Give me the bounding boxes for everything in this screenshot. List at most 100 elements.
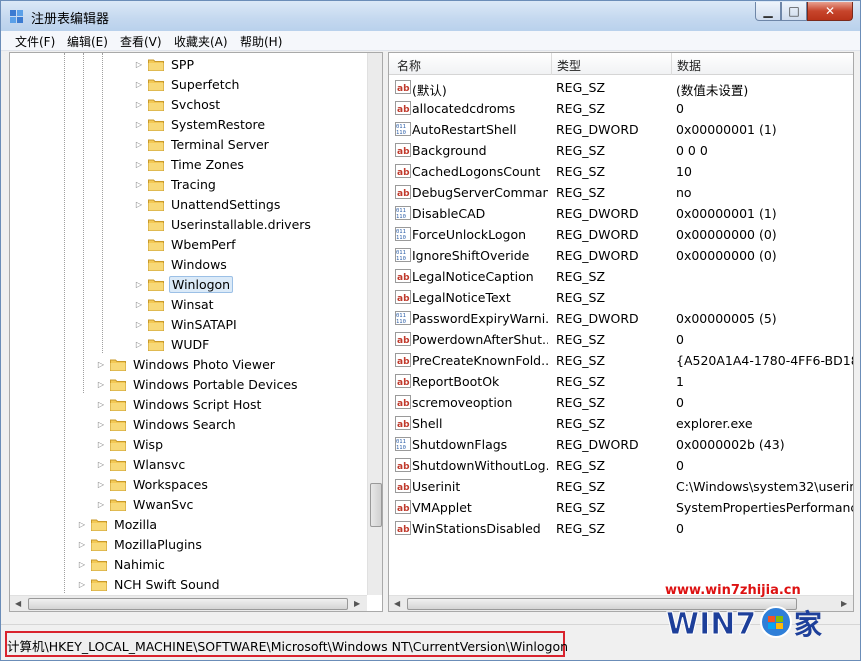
value-row[interactable]: ab Userinit REG_SZ C:\Windows\system32\user… <box>389 476 853 497</box>
minimize-button[interactable]: ▁ <box>755 2 781 21</box>
value-row[interactable]: ab WinStationsDisabled REG_SZ 0 <box>389 518 853 539</box>
menu-file[interactable]: 文件(F) <box>15 33 55 50</box>
tree-item[interactable]: ▷ Time Zones <box>134 154 246 174</box>
column-header-type[interactable]: 类型 <box>557 57 581 74</box>
tree-item[interactable]: ▷ WinSATAPI <box>134 314 239 334</box>
tree-item[interactable]: ▷ Wisp <box>96 434 165 454</box>
expand-arrow-icon[interactable]: ▷ <box>96 380 106 389</box>
tree-item-label: Terminal Server <box>171 136 269 152</box>
menu-help[interactable]: 帮助(H) <box>240 33 282 50</box>
expand-arrow-icon[interactable]: ▷ <box>96 480 106 489</box>
value-row[interactable]: 011 110 IgnoreShiftOveride REG_DWORD 0x00000… <box>389 245 853 266</box>
tree-item[interactable]: ▷ SPP <box>134 54 196 74</box>
tree-item[interactable]: WbemPerf <box>134 234 237 254</box>
folder-icon <box>148 218 164 231</box>
value-row[interactable]: 011 110 DisableCAD REG_DWORD 0x00000001 (1) <box>389 203 853 224</box>
expand-arrow-icon[interactable]: ▷ <box>96 420 106 429</box>
value-row[interactable]: ab DebugServerCommand REG_SZ no <box>389 182 853 203</box>
expand-arrow-icon[interactable]: ▷ <box>96 460 106 469</box>
expand-arrow-icon[interactable]: ▷ <box>77 580 87 589</box>
value-row[interactable]: ab VMApplet REG_SZ SystemPropertiesPerforma… <box>389 497 853 518</box>
expand-arrow-icon[interactable]: ▷ <box>134 200 144 209</box>
tree-item[interactable]: ▷ Wlansvc <box>96 454 187 474</box>
tree-hscroll-thumb[interactable] <box>28 598 348 610</box>
expand-arrow-icon[interactable]: ▷ <box>134 280 144 289</box>
tree-item[interactable]: ▷ SystemRestore <box>134 114 267 134</box>
tree-item[interactable]: ▷ Mozilla <box>77 514 159 534</box>
tree-item[interactable]: ▷ Windows Portable Devices <box>96 374 300 394</box>
column-divider[interactable] <box>671 53 672 75</box>
value-row[interactable]: ab LegalNoticeCaption REG_SZ <box>389 266 853 287</box>
column-header-data[interactable]: 数据 <box>677 57 701 74</box>
tree-item-label: Mozilla <box>114 516 158 532</box>
expand-arrow-icon[interactable]: ▷ <box>134 120 144 129</box>
tree-item[interactable]: ▷ Nahimic <box>77 554 167 574</box>
tree-item[interactable]: ▷ Tracing <box>134 174 218 194</box>
tree-item[interactable]: ▷ UnattendSettings <box>134 194 282 214</box>
value-row[interactable]: 011 110 ForceUnlockLogon REG_DWORD 0x0000000… <box>389 224 853 245</box>
expand-arrow-icon[interactable]: ▷ <box>77 560 87 569</box>
menu-edit[interactable]: 编辑(E) <box>67 33 108 50</box>
expand-arrow-icon[interactable]: ▷ <box>96 500 106 509</box>
expand-arrow-icon[interactable]: ▷ <box>96 360 106 369</box>
tree-item[interactable]: ▷ Windows Script Host <box>96 394 263 414</box>
scroll-left-icon[interactable]: ◀ <box>15 599 21 608</box>
column-header-name[interactable]: 名称 <box>397 57 421 74</box>
value-row[interactable]: ab PreCreateKnownFold... REG_SZ {A520A1A4-1… <box>389 350 853 371</box>
value-row[interactable]: ab scremoveoption REG_SZ 0 <box>389 392 853 413</box>
tree-item[interactable]: ▷ WUDF <box>134 334 211 354</box>
value-row[interactable]: ab ReportBootOk REG_SZ 1 <box>389 371 853 392</box>
value-row[interactable]: ab CachedLogonsCount REG_SZ 10 <box>389 161 853 182</box>
scroll-right-icon[interactable]: ▶ <box>841 599 847 608</box>
registry-value-list[interactable]: 名称 类型 数据 ab (默认) REG_SZ (数值未设置) ab allocatedc… <box>388 52 854 612</box>
expand-arrow-icon[interactable]: ▷ <box>134 60 144 69</box>
expand-arrow-icon[interactable]: ▷ <box>77 520 87 529</box>
tree-item[interactable]: ▷ WwanSvc <box>96 494 195 514</box>
value-row[interactable]: ab ShutdownWithoutLog... REG_SZ 0 <box>389 455 853 476</box>
value-row[interactable]: ab Background REG_SZ 0 0 0 <box>389 140 853 161</box>
tree-item[interactable]: ▷ Superfetch <box>134 74 241 94</box>
value-row[interactable]: ab PowerdownAfterShut... REG_SZ 0 <box>389 329 853 350</box>
value-row[interactable]: ab (默认) REG_SZ (数值未设置) <box>389 77 853 98</box>
value-row[interactable]: 011 110 PasswordExpiryWarni... REG_DWORD 0x0… <box>389 308 853 329</box>
tree-item[interactable]: ▷ Windows Photo Viewer <box>96 354 277 374</box>
tree-item[interactable]: Windows <box>134 254 229 274</box>
expand-arrow-icon[interactable]: ▷ <box>134 180 144 189</box>
column-divider[interactable] <box>551 53 552 75</box>
expand-arrow-icon[interactable]: ▷ <box>77 540 87 549</box>
tree-scroll-thumb[interactable] <box>370 483 382 527</box>
tree-item[interactable]: ▷ Workspaces <box>96 474 210 494</box>
value-row[interactable]: 011 110 ShutdownFlags REG_DWORD 0x0000002b (… <box>389 434 853 455</box>
expand-arrow-icon[interactable]: ▷ <box>134 340 144 349</box>
tree-item[interactable]: ▷ Svchost <box>134 94 222 114</box>
tree-item[interactable]: ▷ Winsat <box>134 294 216 314</box>
tree-item[interactable]: ▷ Windows Search <box>96 414 238 434</box>
value-row[interactable]: ab LegalNoticeText REG_SZ <box>389 287 853 308</box>
registry-key-tree[interactable]: ▷ SPP ▷ Superfetch ▷ Svchost ▷ SystemRestore ▷ Te… <box>9 52 383 612</box>
maximize-button[interactable]: □ <box>781 2 807 21</box>
expand-arrow-icon[interactable]: ▷ <box>134 160 144 169</box>
expand-arrow-icon[interactable]: ▷ <box>96 400 106 409</box>
value-row[interactable]: ab allocatedcdroms REG_SZ 0 <box>389 98 853 119</box>
expand-arrow-icon[interactable]: ▷ <box>134 80 144 89</box>
expand-arrow-icon[interactable]: ▷ <box>134 140 144 149</box>
value-row[interactable]: ab Shell REG_SZ explorer.exe <box>389 413 853 434</box>
tree-item[interactable]: ▷ NCH Swift Sound <box>77 574 222 594</box>
folder-icon <box>148 58 164 71</box>
scroll-right-icon[interactable]: ▶ <box>354 599 360 608</box>
expand-arrow-icon[interactable]: ▷ <box>134 320 144 329</box>
expand-arrow-icon[interactable]: ▷ <box>96 440 106 449</box>
tree-item[interactable]: ▷ MozillaPlugins <box>77 534 204 554</box>
close-button[interactable]: ✕ <box>807 2 853 21</box>
menu-favorites[interactable]: 收藏夹(A) <box>174 33 228 50</box>
tree-item[interactable]: ▷ Terminal Server <box>134 134 271 154</box>
tree-item[interactable]: ▷ Winlogon <box>134 274 234 294</box>
expand-arrow-icon[interactable]: ▷ <box>134 100 144 109</box>
expand-arrow-icon[interactable]: ▷ <box>134 300 144 309</box>
menu-view[interactable]: 查看(V) <box>120 33 162 50</box>
scroll-left-icon[interactable]: ◀ <box>394 599 400 608</box>
tree-item[interactable]: Userinstallable.drivers <box>134 214 313 234</box>
tree-vertical-scrollbar[interactable] <box>367 53 382 595</box>
tree-horizontal-scrollbar[interactable]: ◀ ▶ <box>10 595 367 611</box>
value-row[interactable]: 011 110 AutoRestartShell REG_DWORD 0x0000000… <box>389 119 853 140</box>
